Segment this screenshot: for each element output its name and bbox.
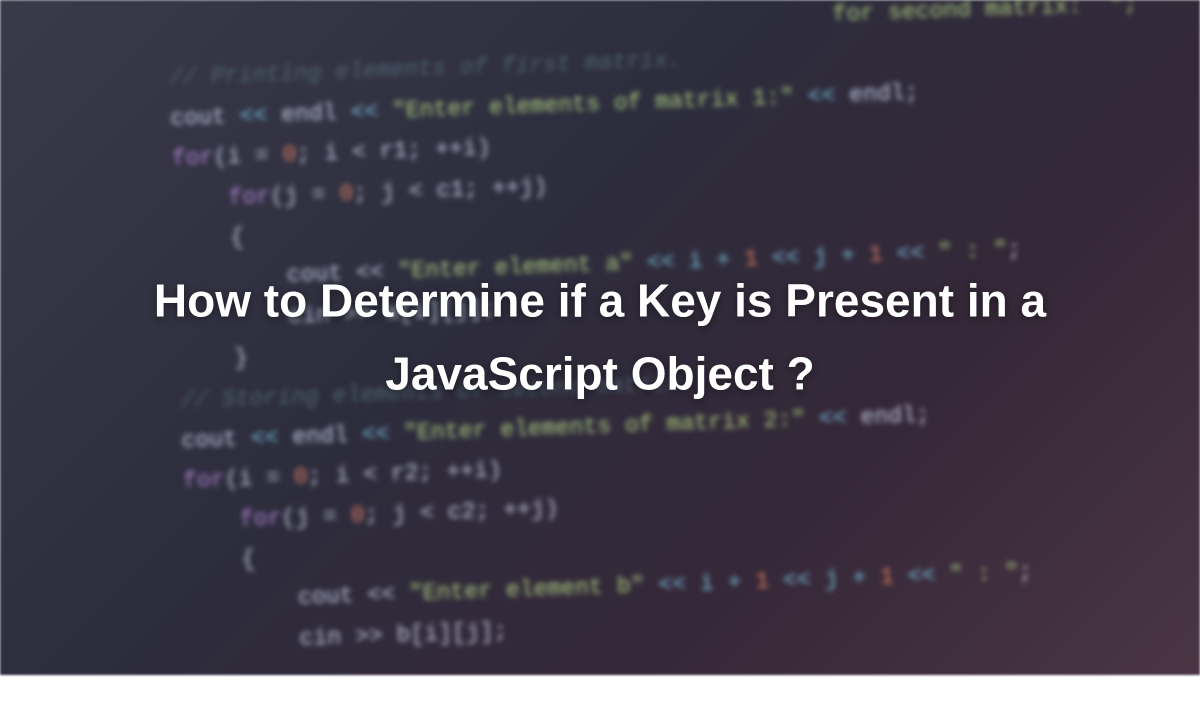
article-title: How to Determine if a Key is Present in … [90, 264, 1110, 411]
